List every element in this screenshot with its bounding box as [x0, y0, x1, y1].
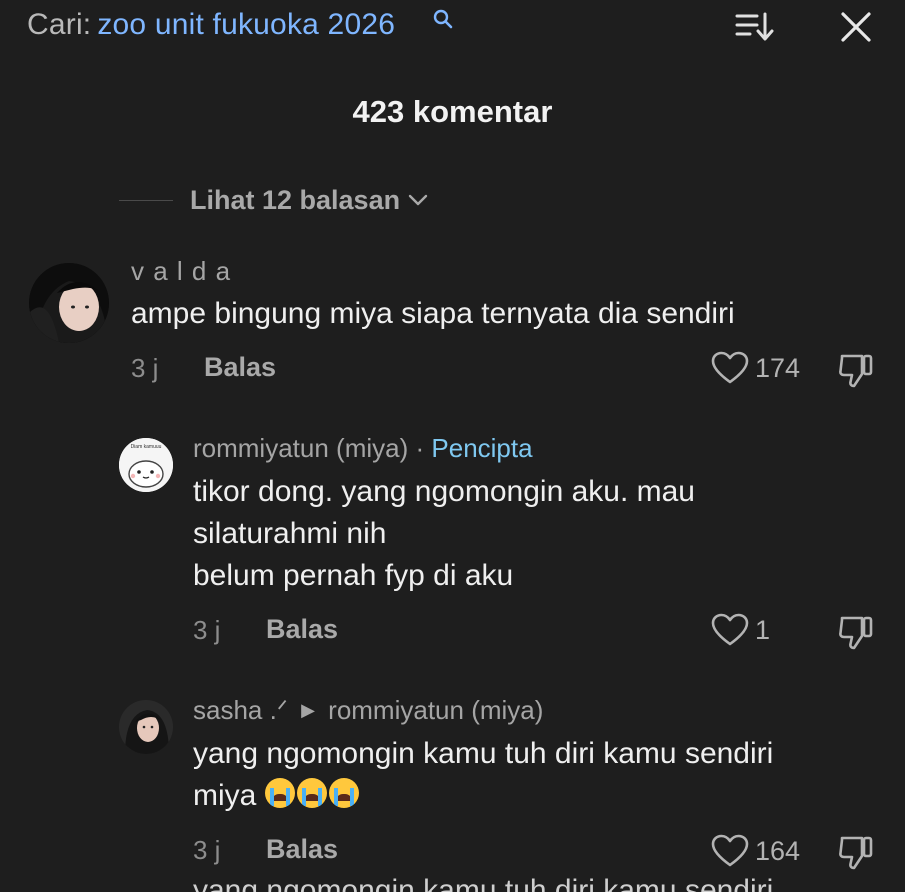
- comment-username-line: rommiyatun (miya) · Pencipta: [193, 433, 533, 464]
- like-count: 164: [755, 835, 801, 866]
- comment-username[interactable]: sasha .ᐟ: [193, 695, 288, 725]
- like-count: 1: [755, 614, 771, 645]
- comment-time: 3 j: [193, 835, 221, 865]
- crying-emoji: [296, 778, 327, 808]
- avatar[interactable]: [119, 700, 173, 754]
- view-replies-button[interactable]: Lihat 12 balasan: [119, 182, 428, 218]
- heart-icon: [711, 834, 749, 867]
- creator-badge: Pencipta: [431, 433, 533, 463]
- crying-emoji: [328, 778, 359, 808]
- avatar-caption: Diam kamuuu: [130, 444, 162, 450]
- like-count: 174: [755, 352, 801, 383]
- reply-arrow-icon: ▶: [301, 700, 315, 720]
- comment-text: yang ngomongin kamu tuh diri kamu sendir…: [193, 733, 773, 817]
- comment-count: 423 komentar: [352, 94, 553, 129]
- comment-text-line: silaturahmi nih: [193, 517, 387, 550]
- avatar[interactable]: [29, 263, 109, 343]
- partial-comment-text: yang ngomongin kamu tuh diri kamu sendir…: [193, 874, 774, 892]
- search-prefix: Cari:: [27, 8, 92, 41]
- chevron-down-icon: [408, 194, 428, 206]
- comment-text-line-with-emoji: miya: [193, 775, 773, 817]
- comment-username-line: sasha .ᐟ ▶ rommiyatun (miya): [193, 695, 543, 726]
- comment-time: 3 j: [193, 615, 221, 645]
- like-button[interactable]: 174: [711, 351, 800, 385]
- dislike-icon[interactable]: [836, 612, 876, 652]
- reply-button[interactable]: Balas: [266, 614, 338, 645]
- view-replies-label: Lihat 12 balasan: [190, 184, 401, 215]
- search-field[interactable]: Cari: zoo unit fukuoka 2026: [27, 8, 395, 42]
- search-icon[interactable]: [432, 8, 454, 30]
- crying-emoji: [264, 778, 295, 808]
- heart-icon: [711, 351, 749, 384]
- reply-to-username[interactable]: rommiyatun (miya): [328, 695, 543, 725]
- heart-icon: [711, 613, 749, 646]
- comment-username[interactable]: rommiyatun (miya): [193, 433, 408, 463]
- avatar-photo: [29, 263, 109, 343]
- search-bar[interactable]: Cari: zoo unit fukuoka 2026: [0, 0, 905, 60]
- comment-text-line: yang ngomongin kamu tuh diri kamu sendir…: [193, 737, 774, 770]
- comment-username[interactable]: v a l d a: [131, 256, 231, 287]
- comment-text-line: tikor dong. yang ngomongin aku. mau: [193, 475, 695, 508]
- comment-text: tikor dong. yang ngomongin aku. mau sila…: [193, 471, 695, 597]
- reply-button[interactable]: Balas: [266, 834, 338, 865]
- avatar-photo: [119, 700, 173, 754]
- dislike-icon[interactable]: [836, 832, 876, 872]
- separator: ·: [415, 433, 425, 463]
- reply-button[interactable]: Balas: [204, 352, 276, 383]
- comment-text-line: belum pernah fyp di aku: [193, 559, 514, 592]
- comment-text: ampe bingung miya siapa ternyata dia sen…: [131, 297, 735, 330]
- divider-line: [119, 199, 173, 201]
- comment-text-line: miya: [193, 779, 257, 812]
- like-button[interactable]: 1: [711, 613, 770, 647]
- dislike-icon[interactable]: [836, 350, 876, 390]
- comment-time: 3 j: [131, 353, 159, 383]
- sort-icon[interactable]: [735, 10, 775, 44]
- search-query[interactable]: zoo unit fukuoka 2026: [97, 8, 395, 41]
- like-button[interactable]: 164: [711, 834, 800, 868]
- avatar[interactable]: Diam kamuuu: [119, 438, 173, 492]
- close-icon[interactable]: [838, 9, 874, 45]
